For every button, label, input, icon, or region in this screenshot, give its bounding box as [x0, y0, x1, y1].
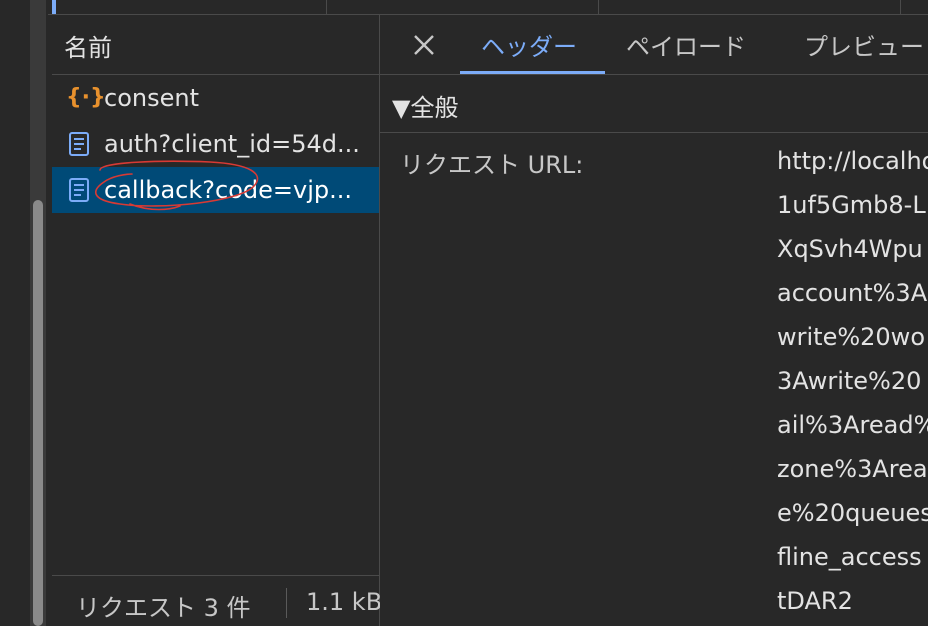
- detail-tabs: ヘッダー ペイロード プレビュー: [380, 15, 928, 75]
- url-line: account%3A: [777, 279, 928, 307]
- active-tab-indicator: [460, 71, 605, 74]
- tab-preview[interactable]: プレビュー: [804, 27, 924, 73]
- close-icon[interactable]: [408, 29, 440, 61]
- url-line: XqSvh4Wpu: [777, 235, 923, 263]
- scrollbar-thumb[interactable]: [33, 200, 43, 626]
- name-column-label: 名前: [64, 34, 112, 62]
- name-column-header[interactable]: 名前: [52, 15, 379, 75]
- json-braces-icon: {·}: [66, 85, 106, 110]
- request-url-value: http://localhost 1uf5Gmb8-L XqSvh4Wpu ac…: [777, 145, 928, 626]
- transfer-size: 1.1 kB: [306, 588, 383, 616]
- focus-edge: [52, 0, 56, 14]
- request-row-consent[interactable]: {·} consent: [52, 75, 379, 121]
- column-divider: [900, 0, 901, 14]
- general-section-label: ▼全般: [392, 94, 459, 122]
- request-list-panel: 名前 {·} consent auth?client_id=54d... cal…: [52, 15, 383, 626]
- url-line: e%20queues: [777, 499, 928, 527]
- devtools-network-panel: 名前 {·} consent auth?client_id=54d... cal…: [0, 0, 928, 626]
- status-divider: [286, 588, 287, 618]
- url-line: fline_access: [777, 543, 922, 571]
- url-line: ail%3Aread%: [777, 411, 928, 439]
- annotation-ellipse: [95, 160, 259, 211]
- request-count: リクエスト 3 件: [76, 594, 251, 622]
- url-line: zone%3Area: [777, 455, 928, 483]
- url-line: tDAR2: [777, 587, 853, 615]
- url-line: 1uf5Gmb8-L: [777, 191, 926, 219]
- url-line: write%20wo: [777, 323, 925, 351]
- tab-headers[interactable]: ヘッダー: [481, 27, 577, 73]
- request-detail-panel: ヘッダー ペイロード プレビュー ▼全般 リクエスト URL: http://l…: [380, 15, 928, 626]
- general-section-header[interactable]: ▼全般: [380, 75, 928, 133]
- url-line: http://localhost: [777, 147, 928, 175]
- column-divider: [326, 0, 327, 14]
- tab-payload[interactable]: ペイロード: [626, 27, 746, 73]
- request-name: consent: [104, 84, 199, 112]
- toolbar-strip: [48, 0, 928, 15]
- request-url-label: リクエスト URL:: [400, 151, 584, 179]
- url-line: 3Awrite%20: [777, 367, 922, 395]
- status-bar: リクエスト 3 件 1.1 kB: [52, 575, 383, 626]
- column-divider: [598, 0, 599, 14]
